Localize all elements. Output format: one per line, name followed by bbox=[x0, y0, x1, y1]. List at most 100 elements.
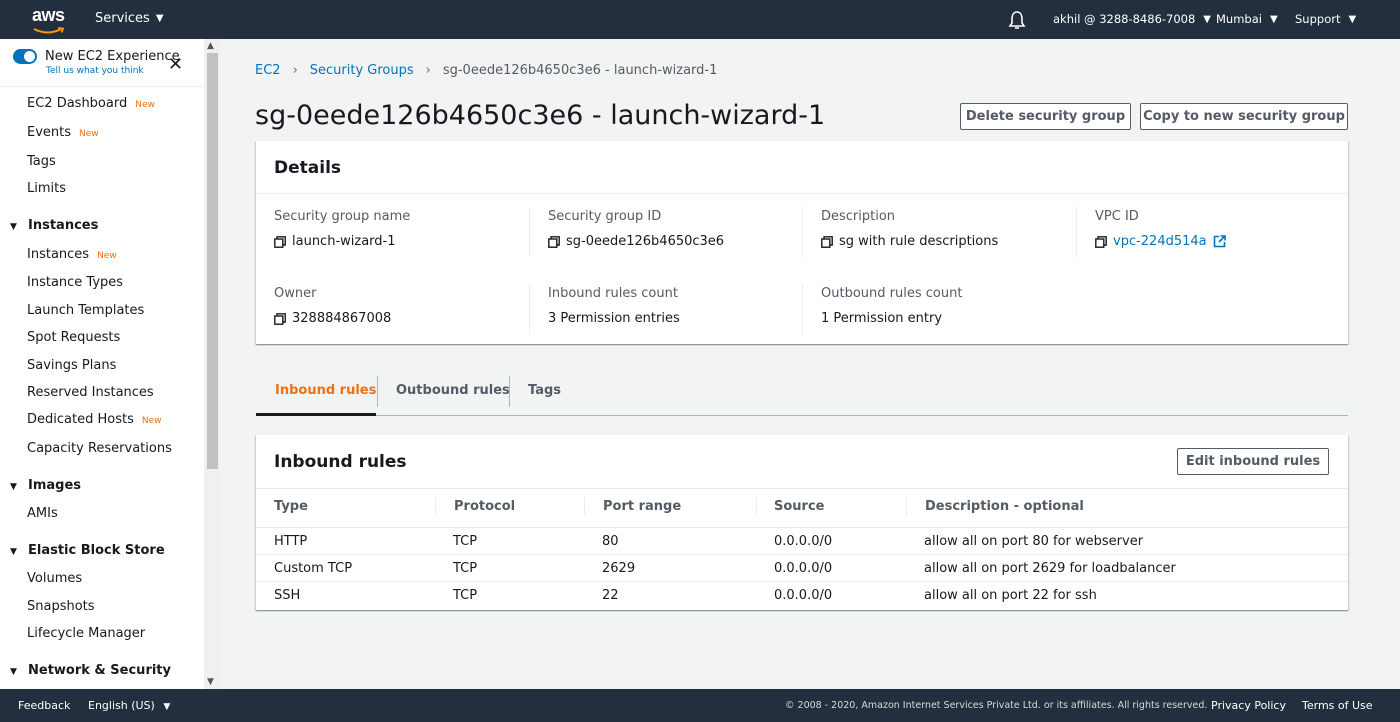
divider bbox=[802, 284, 803, 334]
services-menu[interactable]: Services ▼ bbox=[95, 11, 164, 26]
sidebar-item-tags[interactable]: Tags bbox=[27, 154, 56, 169]
cell-description: allow all on port 22 for ssh bbox=[924, 588, 1097, 603]
description-value: sg with rule descriptions bbox=[839, 234, 999, 249]
breadcrumb-current: sg-0eede126b4650c3e6 - launch-wizard-1 bbox=[442, 63, 718, 78]
caret-down-icon: ▼ bbox=[1269, 13, 1278, 25]
privacy-policy-link[interactable]: Privacy Policy bbox=[1211, 699, 1286, 712]
sidebar-item-label: Reserved Instances bbox=[27, 385, 154, 400]
column-header-protocol[interactable]: Protocol bbox=[454, 499, 515, 514]
sidebar-item-snapshots[interactable]: Snapshots bbox=[27, 599, 95, 614]
sidebar-item-savings-plans[interactable]: Savings Plans bbox=[27, 358, 116, 373]
details-card: Details Security group name launch-wizar… bbox=[256, 141, 1348, 344]
services-label: Services bbox=[95, 11, 150, 26]
detail-label: Owner bbox=[274, 286, 317, 301]
new-experience-toggle[interactable] bbox=[13, 49, 37, 64]
detail-label: Inbound rules count bbox=[548, 286, 678, 301]
copy-icon[interactable] bbox=[1095, 235, 1107, 248]
tab-outbound-rules[interactable]: Outbound rules bbox=[396, 383, 510, 398]
sidebar-item-lifecycle-manager[interactable]: Lifecycle Manager bbox=[27, 626, 145, 641]
copy-icon[interactable] bbox=[274, 235, 286, 248]
feedback-link[interactable]: Tell us what you think bbox=[46, 66, 144, 76]
section-title: Elastic Block Store bbox=[28, 543, 165, 558]
table-row: HTTP TCP 80 0.0.0.0/0 allow all on port … bbox=[256, 527, 1348, 554]
detail-inbound-count: Inbound rules count 3 Permission entries bbox=[548, 286, 680, 326]
new-badge: New bbox=[79, 129, 99, 139]
divider bbox=[529, 284, 530, 334]
aws-logo[interactable]: aws bbox=[32, 6, 66, 34]
cell-type: HTTP bbox=[274, 534, 308, 549]
detail-label: Description bbox=[821, 209, 896, 224]
bell-icon[interactable] bbox=[1008, 10, 1026, 30]
cell-port-range: 80 bbox=[602, 534, 619, 549]
close-icon[interactable]: ✕ bbox=[168, 56, 183, 74]
breadcrumb-security-groups[interactable]: Security Groups bbox=[310, 63, 414, 78]
scroll-down-icon[interactable]: ▼ bbox=[207, 677, 214, 687]
column-header-port-range[interactable]: Port range bbox=[603, 499, 681, 514]
active-tab-indicator bbox=[256, 413, 376, 416]
account-menu[interactable]: akhil @ 3288-8486-7008 ▼ bbox=[1053, 12, 1211, 26]
detail-value: vpc-224d514a bbox=[1095, 234, 1226, 249]
vpc-id-link[interactable]: vpc-224d514a bbox=[1113, 234, 1207, 249]
breadcrumb-ec2[interactable]: EC2 bbox=[255, 63, 281, 78]
terms-of-use-link[interactable]: Terms of Use bbox=[1302, 699, 1373, 712]
sidebar-item-ec2-dashboard[interactable]: EC2 Dashboard New bbox=[27, 96, 155, 111]
copy-icon[interactable] bbox=[821, 235, 833, 248]
edit-inbound-rules-button[interactable]: Edit inbound rules bbox=[1177, 448, 1329, 475]
account-label: akhil @ 3288-8486-7008 bbox=[1053, 12, 1196, 26]
sidebar-item-label: Dedicated Hosts bbox=[27, 412, 134, 427]
caret-down-icon: ▼ bbox=[10, 482, 17, 492]
detail-value: 328884867008 bbox=[274, 311, 391, 326]
caret-down-icon: ▼ bbox=[10, 667, 17, 677]
sidebar-item-limits[interactable]: Limits bbox=[27, 181, 66, 196]
caret-down-icon: ▼ bbox=[10, 222, 17, 232]
scroll-thumb[interactable] bbox=[207, 53, 218, 469]
sidebar-item-label: AMIs bbox=[27, 506, 58, 521]
sidebar-item-spot-requests[interactable]: Spot Requests bbox=[27, 330, 120, 345]
divider bbox=[1076, 207, 1077, 257]
divider bbox=[0, 86, 204, 87]
sidebar-item-launch-templates[interactable]: Launch Templates bbox=[27, 303, 144, 318]
support-label: Support bbox=[1295, 12, 1341, 26]
divider bbox=[756, 497, 757, 515]
sidebar-scrollbar[interactable]: ▲ ▼ bbox=[204, 39, 220, 689]
cell-source: 0.0.0.0/0 bbox=[774, 534, 833, 549]
sidebar-item-label: Instance Types bbox=[27, 275, 124, 290]
sidebar-item-label: Limits bbox=[27, 181, 66, 196]
sidebar-section-images[interactable]: ▼ Images bbox=[10, 478, 81, 493]
cell-protocol: TCP bbox=[453, 588, 478, 603]
sidebar-item-capacity-reservations[interactable]: Capacity Reservations bbox=[27, 441, 172, 456]
sg-id-value: sg-0eede126b4650c3e6 bbox=[566, 234, 725, 249]
sidebar-section-instances[interactable]: ▼ Instances bbox=[10, 218, 98, 233]
detail-label: VPC ID bbox=[1095, 209, 1139, 224]
tab-bar: Inbound rules Outbound rules Tags bbox=[256, 369, 1348, 416]
column-header-type[interactable]: Type bbox=[274, 499, 308, 514]
sidebar-item-volumes[interactable]: Volumes bbox=[27, 571, 82, 586]
tab-inbound-rules[interactable]: Inbound rules bbox=[275, 383, 376, 398]
sidebar-item-instance-types[interactable]: Instance Types bbox=[27, 275, 123, 290]
top-navigation-bar: aws Services ▼ akhil @ 3288-8486-7008 ▼ … bbox=[0, 0, 1400, 39]
tab-tags[interactable]: Tags bbox=[528, 383, 561, 398]
divider bbox=[584, 497, 585, 515]
sidebar-item-label: Tags bbox=[27, 154, 56, 169]
scroll-up-icon[interactable]: ▲ bbox=[207, 41, 214, 51]
divider bbox=[256, 193, 1348, 194]
column-header-source[interactable]: Source bbox=[774, 499, 824, 514]
delete-security-group-button[interactable]: Delete security group bbox=[960, 103, 1131, 130]
sidebar-item-events[interactable]: Events New bbox=[27, 125, 99, 140]
sidebar-item-dedicated-hosts[interactable]: Dedicated Hosts New bbox=[27, 412, 161, 427]
support-menu[interactable]: Support ▼ bbox=[1295, 12, 1356, 26]
sidebar-item-instances[interactable]: Instances New bbox=[27, 247, 117, 262]
sidebar-item-label: Spot Requests bbox=[27, 330, 121, 345]
copy-security-group-button[interactable]: Copy to new security group bbox=[1140, 103, 1348, 130]
copy-icon[interactable] bbox=[274, 312, 286, 325]
external-link-icon[interactable] bbox=[1213, 235, 1226, 248]
sidebar-item-amis[interactable]: AMIs bbox=[27, 506, 58, 521]
sidebar-section-network-security[interactable]: ▼ Network & Security bbox=[10, 663, 171, 678]
sidebar-section-elastic-block-store[interactable]: ▼ Elastic Block Store bbox=[10, 543, 165, 558]
language-selector[interactable]: English (US) ▼ bbox=[88, 699, 170, 712]
region-menu[interactable]: Mumbai ▼ bbox=[1216, 12, 1278, 26]
feedback-link[interactable]: Feedback bbox=[18, 699, 70, 712]
sidebar-item-reserved-instances[interactable]: Reserved Instances bbox=[27, 385, 154, 400]
column-header-description[interactable]: Description - optional bbox=[925, 499, 1084, 514]
copy-icon[interactable] bbox=[548, 235, 560, 248]
